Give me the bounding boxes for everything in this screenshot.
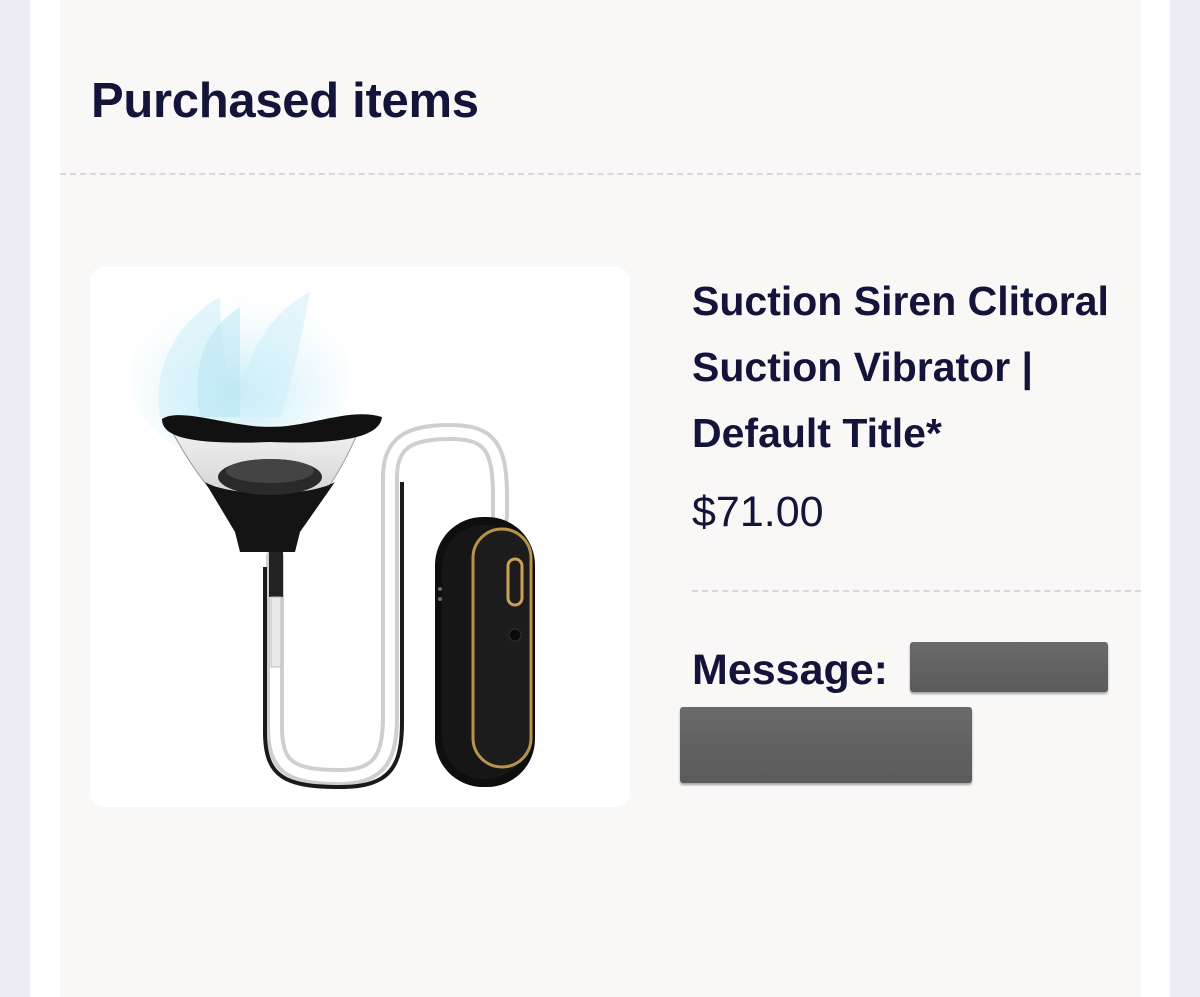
product-name[interactable]: Suction Siren Clitoral Suction Vibrator … [692,268,1162,466]
purchased-items-panel: Purchased items Suction Siren Clitoral S… [60,0,1141,997]
item-divider [692,590,1141,592]
section-divider [60,173,1141,175]
message-label: Message: [692,646,888,694]
redacted-message-block [680,707,972,783]
product-price: $71.00 [692,488,824,536]
product-image[interactable] [90,267,630,807]
section-title: Purchased items [91,74,479,128]
page-sheet: Purchased items Suction Siren Clitoral S… [30,0,1170,997]
redacted-message-block [910,642,1108,692]
product-photo-icon [130,292,535,790]
